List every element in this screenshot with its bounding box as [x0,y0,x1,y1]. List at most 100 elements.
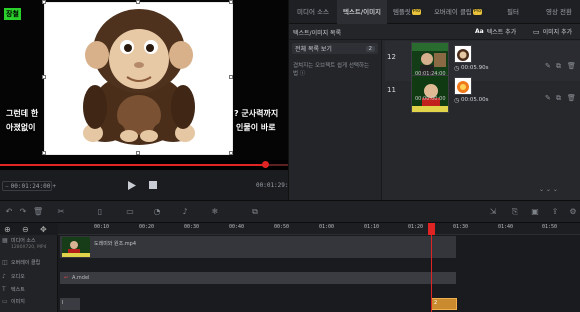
text-add-icon: Aa [475,28,484,35]
tab-media-source[interactable]: 미디어 소스 [289,0,337,24]
subtitle-left-line2: 아졌없이 [6,123,36,132]
media-resolution: 1280X720, MP4 [11,245,47,250]
play-icon[interactable] [128,181,136,190]
resize-handle-top[interactable] [136,0,140,4]
monkey-plush-image [83,9,195,145]
music-icon: ♪ [2,273,6,280]
crop-icon[interactable]: ▭ [125,207,135,217]
video-canvas[interactable]: 장철 그런데 한 아졌없이 ? 군사력까지 인물이 바로 [0,0,288,160]
settings-icon[interactable]: ⚙ [568,207,578,217]
track-header-text[interactable]: T 텍스트 [0,286,58,293]
time-ruler[interactable]: 00:10 00:20 00:30 00:40 00:50 01:00 01:1… [58,223,580,235]
image-clip-selected[interactable]: 2 [431,298,457,310]
resize-handle-bottom-right[interactable] [229,151,233,155]
current-time: 00:01:24:00 [10,182,51,190]
minus-icon[interactable]: − [5,183,9,190]
zoom-out-icon[interactable]: ⊖ [22,225,29,234]
tab-bar: 미디어 소스 텍스트/이미지 템플릿 Pro 오버레이 클립 Pro 필터 영상 전… [289,0,580,24]
tick-label: 01:40 [498,224,514,230]
screen-icon[interactable]: ⧉ [250,207,260,217]
tab-text-image[interactable]: 텍스트/이미지 [337,0,387,24]
audio-clip-name: A.mdel [72,275,90,281]
snapshot-icon[interactable]: ⎘ [510,207,520,217]
scroll-down-icon[interactable]: ⌄ ⌄ ⌄ [539,186,558,193]
delete-icon[interactable]: 🗑 [33,207,43,217]
clock-icon: ◷ [454,65,460,72]
image-object-icon [454,45,472,63]
copy-icon[interactable]: ⧉ [556,94,561,103]
split-icon[interactable]: ▯ [95,207,105,217]
tick-label: 01:20 [408,224,424,230]
overlap-hint-link[interactable]: 겹쳐지는 오브젝트 쉽게 선택하는 법 ⓘ [293,62,373,78]
delete-icon[interactable]: 🗑 [567,94,576,102]
layer-number: 11 [387,86,396,94]
zoom-in-icon[interactable]: ⊕ [4,225,11,234]
track-header-image[interactable]: ▭ 이미지 [0,298,58,305]
copy-icon[interactable]: ⧉ [556,62,561,71]
resize-handle-left[interactable] [42,75,46,79]
layer-number: 12 [387,53,396,61]
resize-handle-bottom-left[interactable] [42,151,46,155]
image-object-icon [454,77,472,95]
volume-icon[interactable]: ♪ [180,207,190,217]
speed-icon[interactable]: ◔ [152,207,162,217]
text-image-toolbar: 텍스트/이미지 목록 Aa 텍스트 추가 ▭ 이미지 추가 [289,24,580,40]
image-clip-label: I [62,300,64,306]
current-time-field[interactable]: − 00:01:24:00 + [2,181,56,191]
tick-label: 00:50 [274,224,290,230]
tick-label: 00:30 [184,224,200,230]
edit-icon[interactable]: ✎ [545,62,551,70]
plus-icon[interactable]: + [52,183,56,190]
player-controls: − 00:01:24:00 + 00:01:29:60 [0,170,296,200]
freeze-icon[interactable]: ❄ [210,207,220,217]
export-frame-icon[interactable]: ⇲ [488,207,498,217]
tab-transition[interactable]: 영상 전환 [537,0,580,24]
layer-row[interactable]: 11 00:00:00:00 ◷ 00:05.00s ✎ ⧉ 🗑 [385,72,580,113]
seek-bar-knob[interactable] [261,161,269,168]
stop-icon[interactable] [149,181,157,189]
track-header-audio[interactable]: ♪ 오디오 [0,273,58,280]
selected-image-object[interactable] [42,0,233,155]
fit-icon[interactable]: ✥ [40,225,47,234]
clock-icon: ◷ [454,97,460,104]
redo-icon[interactable]: ↷ [18,207,28,217]
resize-handle-bottom[interactable] [136,151,140,155]
track-header-overlay[interactable]: ◫ 오버레이 클립 [0,259,58,266]
playhead[interactable] [431,223,432,312]
add-text-button[interactable]: Aa 텍스트 추가 [475,27,516,36]
undo-icon[interactable]: ↶ [4,207,14,217]
subtitle-tag: 장철 [4,8,21,20]
track-headers: ▦ 미디어 소스 1280X720, MP4 ◫ 오버레이 클립 ♪ 오디오 T 텍스트 … [0,235,58,312]
clip-thumbnail [62,237,90,257]
tab-overlay-clip[interactable]: 오버레이 클립 Pro [427,0,489,24]
audio-icon: ↩ [64,275,69,281]
track-header-media[interactable]: ▦ 미디어 소스 1280X720, MP4 [0,237,58,250]
list-count-badge: 2 [365,45,375,52]
upload-icon[interactable]: ⇪ [550,207,560,217]
delete-icon[interactable]: 🗑 [567,62,576,70]
resize-handle-right[interactable] [229,75,233,79]
image-add-icon: ▭ [533,27,540,36]
media-clip[interactable]: 도레미와 원조.mp4 [60,236,456,258]
save-icon[interactable]: ▣ [530,207,540,217]
layer-thumbnail [411,75,449,113]
film-icon: ▦ [2,237,8,244]
add-image-button[interactable]: ▭ 이미지 추가 [533,27,572,37]
thumb-time: 00:00:00:00 [415,96,446,102]
list-title: 텍스트/이미지 목록 [293,30,342,37]
image-icon: ▭ [2,298,8,305]
show-all-list[interactable]: 전체 목록 보기 2 [292,43,378,54]
cut-icon[interactable]: ✂ [56,207,66,217]
playhead-handle[interactable] [428,223,435,235]
resize-handle-top-right[interactable] [229,0,233,4]
tick-label: 01:50 [542,224,558,230]
edit-icon[interactable]: ✎ [545,94,551,102]
resize-handle-top-left[interactable] [42,0,46,4]
subtitle-left-line1: 그런데 한 [6,109,39,118]
tab-filter[interactable]: 필터 [489,0,537,24]
clip-name: 도레미와 원조.mp4 [94,241,137,247]
audio-clip[interactable]: ↩ A.mdel [60,272,456,284]
preview-panel: 장철 그런데 한 아졌없이 ? 군사력까지 인물이 바로 − 00:01:24:… [0,0,296,200]
image-clip[interactable]: I [60,298,80,310]
tab-template[interactable]: 템플릿 Pro [387,0,427,24]
